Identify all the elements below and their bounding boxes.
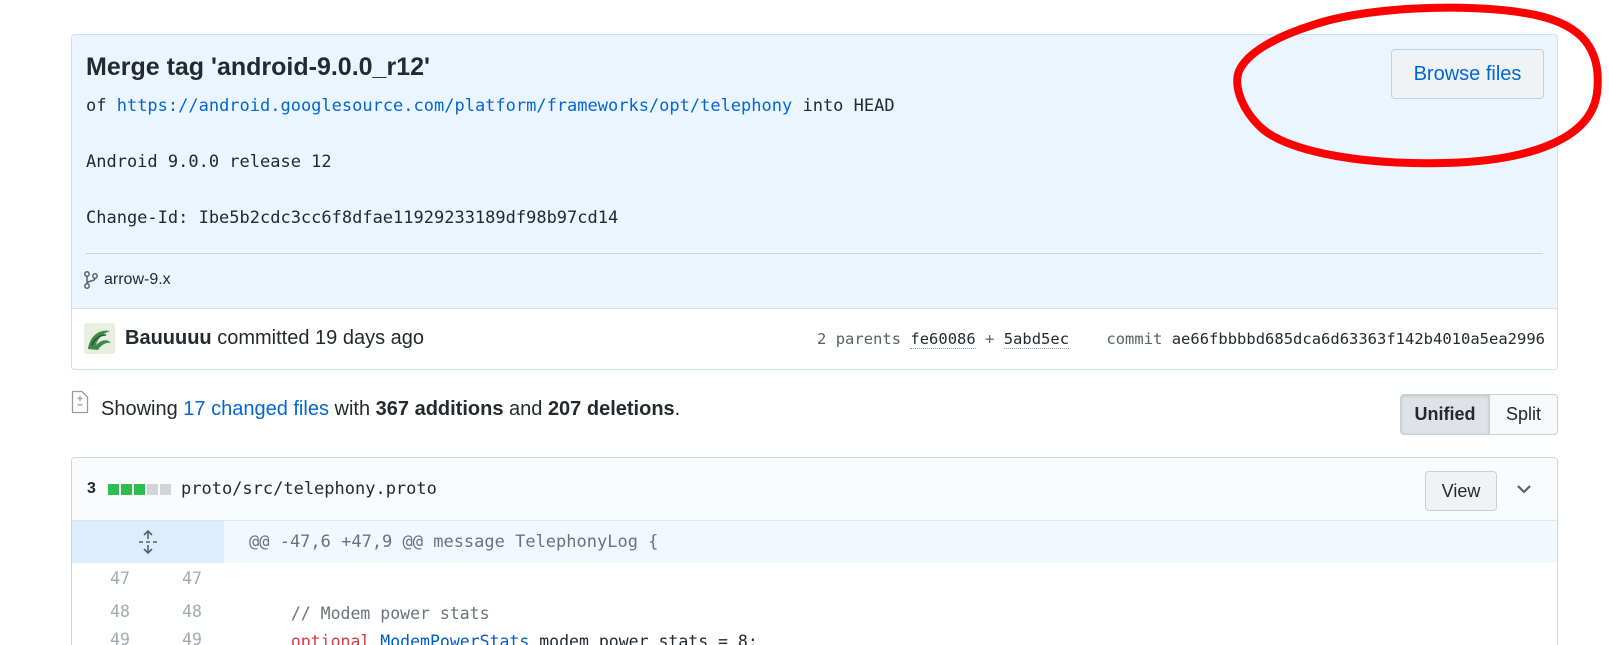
desc-prefix: of <box>86 96 117 116</box>
author-line: Bauuuuu committed 19 days ago <box>125 327 424 350</box>
parents-label: 2 parents <box>817 330 902 348</box>
divider <box>86 253 1543 254</box>
diffstat-block-neutral <box>147 484 158 495</box>
browse-files-button[interactable]: Browse files <box>1391 49 1544 99</box>
avatar-image-icon <box>84 323 115 354</box>
branch-indicator[interactable]: arrow-9.x <box>84 270 171 290</box>
desc-change-id: Change-Id: Ibe5b2cdc3cc6f8dfae1192923318… <box>86 208 619 228</box>
desc-release-line: Android 9.0.0 release 12 <box>86 152 332 172</box>
diff-summary-bar: Showing 17 changed files with 367 additi… <box>71 388 1558 435</box>
code-text: // Modem power stats <box>271 604 490 623</box>
desc-suffix: into HEAD <box>792 96 895 116</box>
new-line-number[interactable]: 47 <box>172 569 212 588</box>
chevron-down-icon[interactable] <box>1515 480 1533 498</box>
diffstat-block-added <box>121 484 132 495</box>
parent-sha-1[interactable]: fe60086 <box>910 330 976 349</box>
sha-info: 2 parents fe60086 + 5abd5ec commit ae66f… <box>817 330 1545 349</box>
diff-line: 49 49 optional ModemPowerStats modem_pow… <box>72 624 1557 645</box>
commit-box: Merge tag 'android-9.0.0_r12' of https:/… <box>71 34 1558 370</box>
code-type: ModemPowerStats <box>380 632 530 645</box>
diff-summary-text: Showing 17 changed files with 367 additi… <box>101 398 680 421</box>
split-button[interactable]: Split <box>1490 394 1558 435</box>
parent-separator: + <box>975 330 1004 348</box>
author-name[interactable]: Bauuuuu <box>125 327 212 349</box>
expand-hunk-button[interactable] <box>72 521 224 563</box>
diffstat-blocks <box>108 484 171 495</box>
with-label: with <box>328 398 376 420</box>
unfold-icon <box>139 530 157 554</box>
old-line-number[interactable]: 49 <box>100 630 140 645</box>
avatar[interactable] <box>84 323 115 354</box>
and-label: and <box>503 398 548 420</box>
code-text: optional ModemPowerStats modem_power_sta… <box>271 632 758 645</box>
diff-view-toggle: Unified Split <box>1400 394 1558 435</box>
showing-label: Showing <box>101 398 184 420</box>
commit-title: Merge tag 'android-9.0.0_r12' <box>86 53 430 81</box>
new-line-number[interactable]: 49 <box>172 630 212 645</box>
commit-sha: ae66fbbbbd685dca6d63363f142b4010a5ea2996 <box>1171 330 1545 348</box>
file-header: 3 proto/src/telephony.proto View <box>72 458 1557 521</box>
period: . <box>674 398 681 420</box>
deletions-count: 207 deletions <box>547 398 675 420</box>
git-branch-icon <box>84 271 98 289</box>
commit-description: of https://android.googlesource.com/plat… <box>86 97 895 228</box>
file-path[interactable]: proto/src/telephony.proto <box>181 479 437 499</box>
branch-name: arrow-9.x <box>104 271 171 288</box>
remote-repo-link[interactable]: https://android.googlesource.com/platfor… <box>117 96 793 116</box>
hunk-header-row: @@ -47,6 +47,9 @@ message TelephonyLog { <box>72 521 1557 563</box>
hunk-header-text: @@ -47,6 +47,9 @@ message TelephonyLog { <box>249 532 659 552</box>
code-rest: modem_power_stats = 8; <box>529 632 758 645</box>
committed-time: committed 19 days ago <box>211 327 424 349</box>
commit-header: Merge tag 'android-9.0.0_r12' of https:/… <box>72 35 1557 308</box>
file-diff-icon <box>71 390 89 414</box>
additions-count: 367 additions <box>375 398 504 420</box>
commit-label: commit <box>1106 330 1163 348</box>
code-keyword: optional <box>290 632 371 645</box>
unified-button[interactable]: Unified <box>1400 394 1490 435</box>
parent-sha-2[interactable]: 5abd5ec <box>1003 330 1070 349</box>
new-line-number[interactable]: 48 <box>172 602 212 621</box>
commit-meta: Bauuuuu committed 19 days ago 2 parents … <box>72 308 1557 369</box>
diffstat-block-added <box>108 484 119 495</box>
file-diff: 3 proto/src/telephony.proto View @@ -47,… <box>71 457 1558 645</box>
diff-line: 47 47 <box>72 563 1557 596</box>
old-line-number[interactable]: 47 <box>100 569 140 588</box>
diffstat-block-neutral <box>160 484 171 495</box>
diffstat-block-added <box>134 484 145 495</box>
view-file-button[interactable]: View <box>1425 471 1497 511</box>
old-line-number[interactable]: 48 <box>100 602 140 621</box>
diffstat-count: 3 <box>87 480 96 497</box>
changed-files-link[interactable]: 17 changed files <box>183 398 329 420</box>
